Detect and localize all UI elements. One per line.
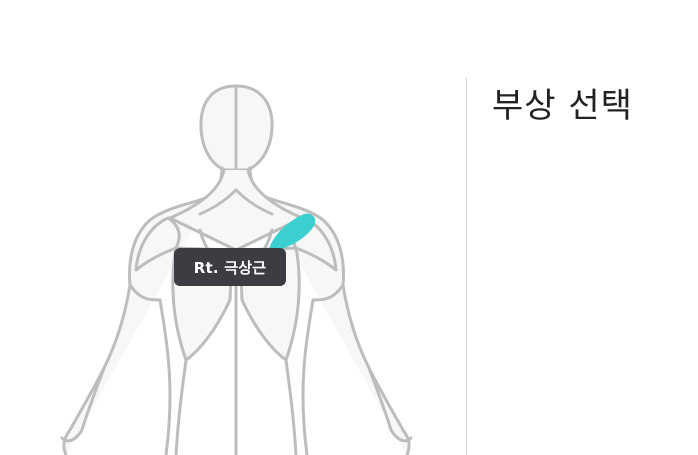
body-map: Rt. 극상근 [0, 0, 470, 455]
muscle-tooltip-label: Rt. 극상근 [193, 258, 267, 277]
panel-divider [466, 78, 467, 455]
muscle-tooltip: Rt. 극상근 [174, 248, 286, 286]
panel-title: 부상 선택 [492, 86, 633, 126]
body-back-figure [60, 84, 413, 455]
